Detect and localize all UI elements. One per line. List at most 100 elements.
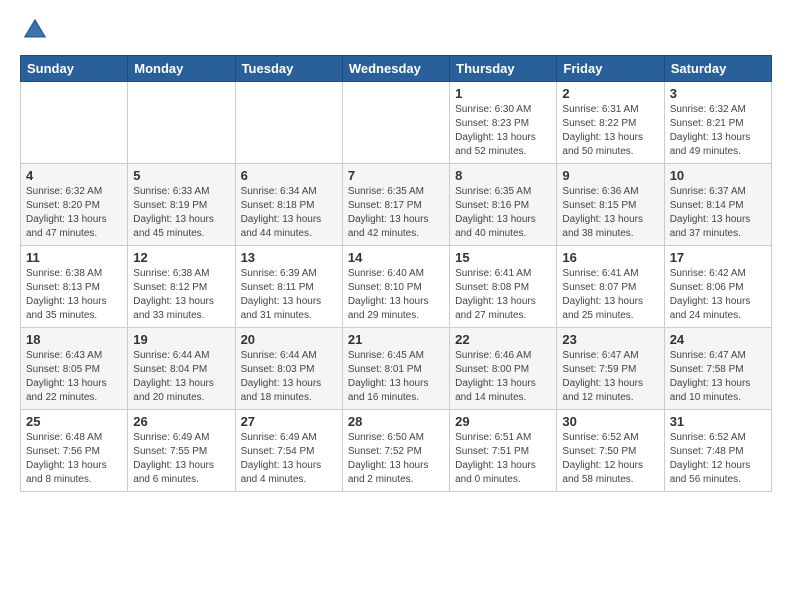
weekday-header-saturday: Saturday [664,56,771,82]
day-info: Sunrise: 6:31 AMSunset: 8:22 PMDaylight:… [562,103,658,159]
day-number: 21 [348,332,444,347]
logo [20,15,54,45]
day-info: Sunrise: 6:34 AMSunset: 8:18 PMDaylight:… [241,185,337,241]
day-number: 8 [455,168,551,183]
weekday-header-row: SundayMondayTuesdayWednesdayThursdayFrid… [21,56,772,82]
day-cell: 28 Sunrise: 6:50 AMSunset: 7:52 PMDayligh… [342,410,449,492]
day-number: 17 [670,250,766,265]
day-cell: 11 Sunrise: 6:38 AMSunset: 8:13 PMDayligh… [21,246,128,328]
day-cell: 4 Sunrise: 6:32 AMSunset: 8:20 PMDaylight… [21,164,128,246]
day-cell: 1Sunrise: 6:30 AMSunset: 8:23 PMDaylight… [450,82,557,164]
day-number: 10 [670,168,766,183]
day-info: Sunrise: 6:38 AMSunset: 8:13 PMDaylight:… [26,267,122,323]
day-info: Sunrise: 6:45 AMSunset: 8:01 PMDaylight:… [348,349,444,405]
day-info: Sunrise: 6:52 AMSunset: 7:48 PMDaylight:… [670,431,766,487]
day-number: 3 [670,86,766,101]
day-number: 26 [133,414,229,429]
day-number: 14 [348,250,444,265]
day-cell [21,82,128,164]
day-info: Sunrise: 6:39 AMSunset: 8:11 PMDaylight:… [241,267,337,323]
day-info: Sunrise: 6:36 AMSunset: 8:15 PMDaylight:… [562,185,658,241]
day-info: Sunrise: 6:40 AMSunset: 8:10 PMDaylight:… [348,267,444,323]
day-number: 7 [348,168,444,183]
day-number: 20 [241,332,337,347]
day-cell: 27 Sunrise: 6:49 AMSunset: 7:54 PMDayligh… [235,410,342,492]
day-info: Sunrise: 6:41 AMSunset: 8:07 PMDaylight:… [562,267,658,323]
day-number: 12 [133,250,229,265]
day-number: 13 [241,250,337,265]
day-info: Sunrise: 6:37 AMSunset: 8:14 PMDaylight:… [670,185,766,241]
day-cell: 9 Sunrise: 6:36 AMSunset: 8:15 PMDaylight… [557,164,664,246]
day-cell: 17 Sunrise: 6:42 AMSunset: 8:06 PMDayligh… [664,246,771,328]
day-info: Sunrise: 6:35 AMSunset: 8:16 PMDaylight:… [455,185,551,241]
day-info: Sunrise: 6:44 AMSunset: 8:03 PMDaylight:… [241,349,337,405]
week-row-2: 4 Sunrise: 6:32 AMSunset: 8:20 PMDaylight… [21,164,772,246]
day-number: 24 [670,332,766,347]
day-number: 31 [670,414,766,429]
day-cell: 24 Sunrise: 6:47 AMSunset: 7:58 PMDayligh… [664,328,771,410]
day-cell: 21 Sunrise: 6:45 AMSunset: 8:01 PMDayligh… [342,328,449,410]
week-row-5: 25Sunrise: 6:48 AMSunset: 7:56 PMDayligh… [21,410,772,492]
day-number: 6 [241,168,337,183]
day-number: 18 [26,332,122,347]
weekday-header-sunday: Sunday [21,56,128,82]
week-row-3: 11 Sunrise: 6:38 AMSunset: 8:13 PMDayligh… [21,246,772,328]
day-cell [342,82,449,164]
day-info: Sunrise: 6:44 AMSunset: 8:04 PMDaylight:… [133,349,229,405]
day-cell: 30 Sunrise: 6:52 AMSunset: 7:50 PMDayligh… [557,410,664,492]
day-info: Sunrise: 6:32 AMSunset: 8:20 PMDaylight:… [26,185,122,241]
day-number: 4 [26,168,122,183]
day-cell: 23 Sunrise: 6:47 AMSunset: 7:59 PMDayligh… [557,328,664,410]
day-cell: 6 Sunrise: 6:34 AMSunset: 8:18 PMDaylight… [235,164,342,246]
day-info: Sunrise: 6:49 AMSunset: 7:54 PMDaylight:… [241,431,337,487]
day-info: Sunrise: 6:41 AMSunset: 8:08 PMDaylight:… [455,267,551,323]
calendar-table: SundayMondayTuesdayWednesdayThursdayFrid… [20,55,772,492]
day-cell: 14 Sunrise: 6:40 AMSunset: 8:10 PMDayligh… [342,246,449,328]
day-info: Sunrise: 6:43 AMSunset: 8:05 PMDaylight:… [26,349,122,405]
day-number: 5 [133,168,229,183]
day-number: 22 [455,332,551,347]
weekday-header-monday: Monday [128,56,235,82]
weekday-header-friday: Friday [557,56,664,82]
day-info: Sunrise: 6:52 AMSunset: 7:50 PMDaylight:… [562,431,658,487]
day-cell: 15 Sunrise: 6:41 AMSunset: 8:08 PMDayligh… [450,246,557,328]
day-cell: 12Sunrise: 6:38 AMSunset: 8:12 PMDayligh… [128,246,235,328]
day-cell: 13 Sunrise: 6:39 AMSunset: 8:11 PMDayligh… [235,246,342,328]
day-cell: 26Sunrise: 6:49 AMSunset: 7:55 PMDayligh… [128,410,235,492]
day-cell: 29Sunrise: 6:51 AMSunset: 7:51 PMDayligh… [450,410,557,492]
day-cell: 22Sunrise: 6:46 AMSunset: 8:00 PMDayligh… [450,328,557,410]
day-cell: 18 Sunrise: 6:43 AMSunset: 8:05 PMDayligh… [21,328,128,410]
week-row-4: 18 Sunrise: 6:43 AMSunset: 8:05 PMDayligh… [21,328,772,410]
day-cell: 16 Sunrise: 6:41 AMSunset: 8:07 PMDayligh… [557,246,664,328]
day-number: 16 [562,250,658,265]
week-row-1: 1Sunrise: 6:30 AMSunset: 8:23 PMDaylight… [21,82,772,164]
day-cell: 31 Sunrise: 6:52 AMSunset: 7:48 PMDayligh… [664,410,771,492]
day-info: Sunrise: 6:33 AMSunset: 8:19 PMDaylight:… [133,185,229,241]
day-number: 29 [455,414,551,429]
day-number: 23 [562,332,658,347]
day-cell: 10 Sunrise: 6:37 AMSunset: 8:14 PMDayligh… [664,164,771,246]
day-info: Sunrise: 6:47 AMSunset: 7:58 PMDaylight:… [670,349,766,405]
day-info: Sunrise: 6:35 AMSunset: 8:17 PMDaylight:… [348,185,444,241]
day-info: Sunrise: 6:50 AMSunset: 7:52 PMDaylight:… [348,431,444,487]
day-cell: 19Sunrise: 6:44 AMSunset: 8:04 PMDayligh… [128,328,235,410]
day-cell [128,82,235,164]
day-cell: 8 Sunrise: 6:35 AMSunset: 8:16 PMDaylight… [450,164,557,246]
page: SundayMondayTuesdayWednesdayThursdayFrid… [0,0,792,612]
header [20,15,772,45]
day-number: 11 [26,250,122,265]
day-cell: 3 Sunrise: 6:32 AMSunset: 8:21 PMDaylight… [664,82,771,164]
weekday-header-thursday: Thursday [450,56,557,82]
day-number: 27 [241,414,337,429]
day-cell: 7 Sunrise: 6:35 AMSunset: 8:17 PMDaylight… [342,164,449,246]
day-info: Sunrise: 6:47 AMSunset: 7:59 PMDaylight:… [562,349,658,405]
day-number: 9 [562,168,658,183]
day-number: 1 [455,86,551,101]
day-number: 28 [348,414,444,429]
day-number: 15 [455,250,551,265]
day-number: 2 [562,86,658,101]
day-info: Sunrise: 6:32 AMSunset: 8:21 PMDaylight:… [670,103,766,159]
day-cell [235,82,342,164]
day-info: Sunrise: 6:42 AMSunset: 8:06 PMDaylight:… [670,267,766,323]
day-number: 30 [562,414,658,429]
